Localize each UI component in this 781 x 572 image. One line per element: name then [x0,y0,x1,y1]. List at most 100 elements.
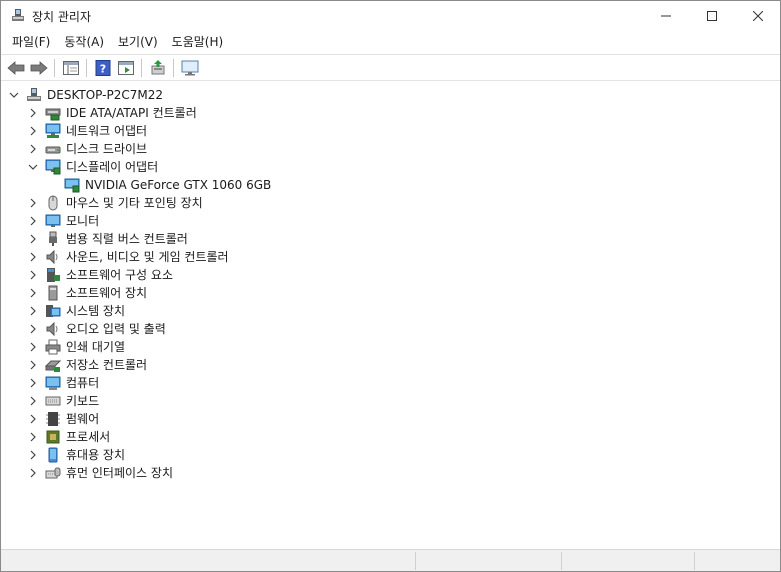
tree-item-sound[interactable]: 사운드, 비디오 및 게임 컨트롤러 [2,248,502,266]
tree-item-network[interactable]: 네트워크 어댑터 [2,122,502,140]
tree-item-computer[interactable]: 컴퓨터 [2,374,502,392]
tree-item-storage-controller[interactable]: 저장소 컨트롤러 [2,356,502,374]
menu-action[interactable]: 동작(A) [57,32,111,53]
view-button[interactable] [114,57,137,79]
menu-bar: 파일(F) 동작(A) 보기(V) 도움말(H) [1,32,780,53]
processor-icon [46,430,60,444]
tree-item-label: 범용 직렬 버스 컨트롤러 [66,232,188,246]
toolbar: ? [1,55,780,80]
software-component-icon [47,268,60,282]
tree-item-processor[interactable]: 프로세서 [2,428,502,446]
maximize-icon [707,11,717,21]
mouse-icon [48,195,58,211]
help-button[interactable]: ? [91,57,114,79]
tree-item-ide[interactable]: IDE ATA/ATAPI 컨트롤러 [2,104,502,122]
tree-item-label: IDE ATA/ATAPI 컨트롤러 [66,106,197,120]
tree-item-monitor[interactable]: 모니터 [2,212,502,230]
tree-item-label: 휴먼 인터페이스 장치 [66,466,173,480]
chevron-right-icon[interactable] [28,360,38,370]
chevron-right-icon[interactable] [28,396,38,406]
tree-item-label: 네트워크 어댑터 [66,124,148,138]
back-button[interactable] [4,57,27,79]
chevron-right-icon[interactable] [28,216,38,226]
chevron-right-icon[interactable] [28,198,38,208]
menu-view[interactable]: 보기(V) [111,32,165,53]
device-manager-app-icon [12,9,24,21]
minimize-button[interactable] [643,1,689,31]
tree-item-disk[interactable]: 디스크 드라이브 [2,140,502,158]
status-bar [1,549,780,571]
sound-icon [46,249,58,265]
tree-item-label: 소프트웨어 장치 [66,286,148,300]
tree-item-software-device[interactable]: 소프트웨어 장치 [2,284,502,302]
svg-text:?: ? [99,62,105,75]
scan-hardware-button[interactable] [178,57,201,79]
device-tree[interactable]: DESKTOP-P2C7M22 IDE ATA/ATAPI 컨트롤러 네트워크 … [2,83,779,547]
network-adapter-icon [45,123,61,138]
close-button[interactable] [735,1,781,31]
status-cell [694,552,780,570]
forward-button[interactable] [27,57,50,79]
chevron-right-icon[interactable] [28,288,38,298]
tree-item-gpu[interactable]: NVIDIA GeForce GTX 1060 6GB [2,176,502,194]
chevron-right-icon[interactable] [28,126,38,136]
chevron-right-icon[interactable] [28,432,38,442]
chevron-right-icon[interactable] [28,414,38,424]
toolbar-divider [1,80,780,81]
menu-help[interactable]: 도움말(H) [165,32,231,53]
computer-icon [45,376,61,390]
chevron-right-icon[interactable] [28,468,38,478]
portable-device-icon [48,447,58,463]
hid-icon [45,467,61,479]
tree-item-software-component[interactable]: 소프트웨어 구성 요소 [2,266,502,284]
chevron-right-icon[interactable] [28,324,38,334]
tree-item-display[interactable]: 디스플레이 어댑터 [2,158,502,176]
toolbar-separator [86,58,87,77]
tree-item-label: 펌웨어 [66,412,100,426]
tree-item-label: 인쇄 대기열 [66,340,126,354]
show-hide-console-tree-button[interactable] [59,57,82,79]
system-device-icon [46,305,61,317]
title-bar[interactable]: 장치 관리자 [1,1,780,31]
print-queue-icon [45,339,61,355]
tree-item-mouse[interactable]: 마우스 및 기타 포인팅 장치 [2,194,502,212]
tree-item-label: 디스플레이 어댑터 [66,160,159,174]
help-icon: ? [95,59,110,76]
display-adapter-icon [45,159,61,175]
chevron-right-icon[interactable] [28,270,38,280]
chevron-right-icon[interactable] [28,252,38,262]
tree-item-system-device[interactable]: 시스템 장치 [2,302,502,320]
tree-item-hid[interactable]: 휴먼 인터페이스 장치 [2,464,502,482]
audio-io-icon [46,321,58,337]
update-driver-button[interactable] [146,57,169,79]
storage-controller-icon [45,360,61,372]
chevron-down-icon[interactable] [9,90,19,100]
tree-item-label: NVIDIA GeForce GTX 1060 6GB [85,178,272,192]
tree-item-firmware[interactable]: 펌웨어 [2,410,502,428]
tree-item-print-queue[interactable]: 인쇄 대기열 [2,338,502,356]
maximize-button[interactable] [689,1,735,31]
chevron-right-icon[interactable] [28,306,38,316]
tree-item-label: 모니터 [66,214,100,228]
chevron-right-icon[interactable] [28,378,38,388]
menu-file[interactable]: 파일(F) [5,32,57,53]
chevron-right-icon[interactable] [28,342,38,352]
tree-item-portable-device[interactable]: 휴대용 장치 [2,446,502,464]
status-cell [415,552,561,570]
firmware-icon [46,412,60,426]
chevron-right-icon[interactable] [28,108,38,118]
chevron-right-icon[interactable] [28,144,38,154]
toolbar-separator [173,58,174,77]
tree-root[interactable]: DESKTOP-P2C7M22 [2,86,502,104]
tree-item-usb[interactable]: 범용 직렬 버스 컨트롤러 [2,230,502,248]
tree-item-audio-io[interactable]: 오디오 입력 및 출력 [2,320,502,338]
chevron-down-icon[interactable] [28,162,38,172]
update-driver-icon [151,59,164,74]
tree-item-keyboard[interactable]: 키보드 [2,392,502,410]
tree-item-label: 컴퓨터 [66,376,100,390]
chevron-right-icon[interactable] [28,234,38,244]
tree-item-label: 시스템 장치 [66,304,126,318]
chevron-right-icon[interactable] [28,450,38,460]
minimize-icon [661,15,671,17]
device-manager-window: 장치 관리자 파일(F) 동작(A) 보기(V) 도움말(H) ? DESKTO… [0,0,781,572]
